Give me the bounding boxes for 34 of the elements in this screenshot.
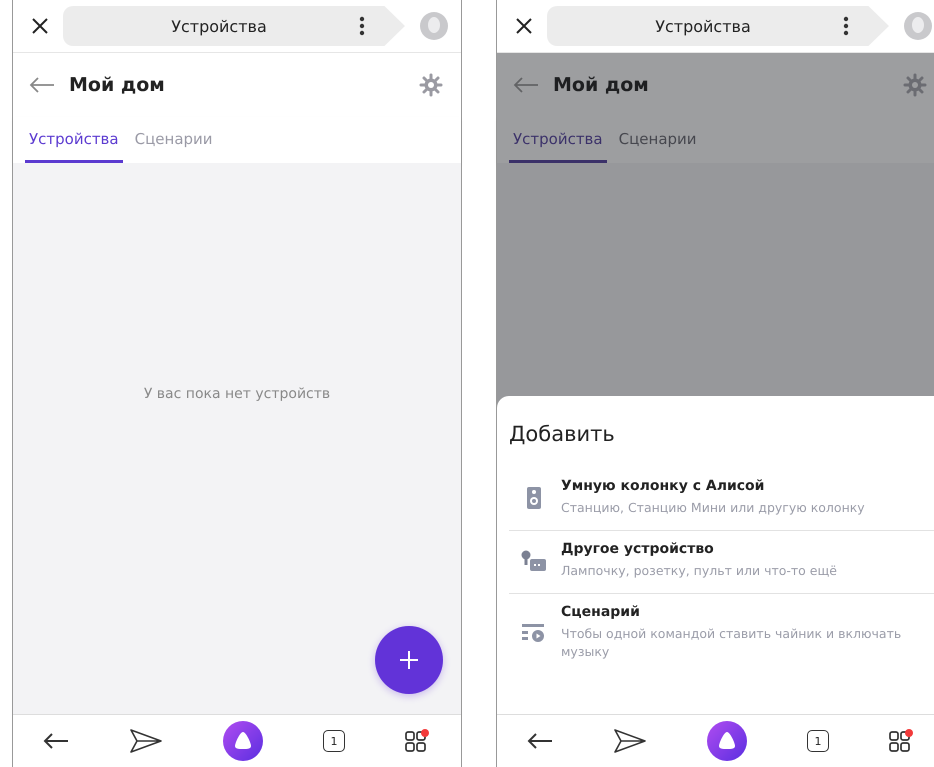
item-title: Другое устройство [561, 540, 715, 557]
close-icon[interactable] [515, 17, 533, 35]
paper-plane-icon[interactable] [613, 728, 647, 754]
back-arrow-icon[interactable] [527, 732, 553, 750]
sheet-title: Добавить [509, 422, 616, 446]
apps-grid-icon[interactable] [889, 729, 915, 753]
item-description: Лампочку, розетку, пульт или что-то ещё [561, 562, 837, 580]
plus-icon [398, 649, 420, 671]
more-icon[interactable] [843, 16, 849, 36]
settings-icon[interactable] [419, 73, 443, 97]
add-button[interactable] [375, 626, 443, 694]
tab-counter[interactable]: 1 [807, 730, 829, 752]
item-description: Станцию, Станцию Мини или другую колонку [561, 499, 865, 517]
empty-message: У вас пока нет устройств [144, 386, 330, 402]
address-bar[interactable]: Устройства [63, 6, 405, 46]
item-description: Чтобы одной командой ставить чайник и включать музыку [561, 624, 902, 662]
item-title: Умную колонку с Алисой [561, 478, 766, 494]
scenario-icon [521, 622, 547, 643]
close-icon[interactable] [31, 17, 49, 35]
menu-item[interactable]: Сценарий Чтобы одной командой ставить чайник и включать музыку [509, 594, 934, 674]
page-title: Мой дом [69, 74, 166, 96]
tab-counter[interactable]: 1 [323, 730, 345, 752]
devices-icon [521, 550, 547, 572]
more-icon[interactable] [359, 16, 365, 36]
apps-grid-icon[interactable] [405, 729, 431, 753]
menu-item[interactable]: Другое устройство Лампочку, розетку, пульт или что-то ещё [509, 530, 934, 594]
address-bar[interactable]: Устройства [547, 6, 889, 46]
item-title: Сценарий [561, 604, 641, 620]
paper-plane-icon[interactable] [129, 728, 163, 754]
menu-item[interactable]: Умную колонку с Алисой Станцию, Станцию Мини или другую колонку [509, 468, 934, 531]
assistant-icon[interactable] [223, 721, 263, 761]
assistant-icon[interactable] [707, 721, 747, 761]
page-title: Мой дом [553, 74, 650, 96]
back-arrow-icon[interactable] [43, 732, 69, 750]
